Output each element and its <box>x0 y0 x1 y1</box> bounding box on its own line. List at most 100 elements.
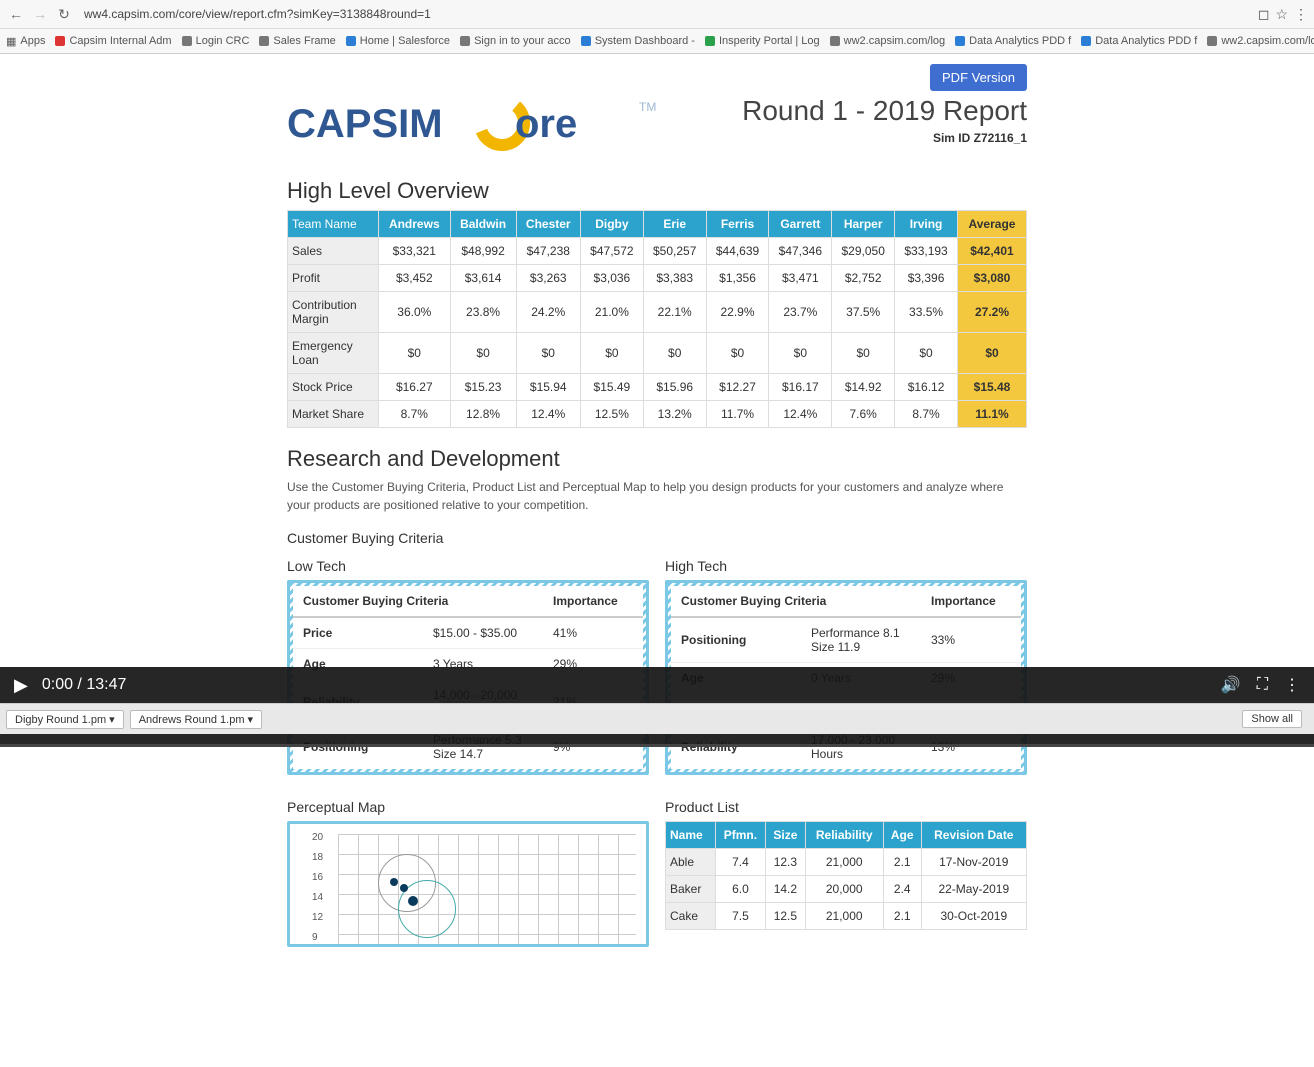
cell: $12.27 <box>706 374 769 401</box>
download-item[interactable]: Digby Round 1.pm ▾ <box>6 710 124 729</box>
table-row: Baker6.014.220,0002.422-May-2019 <box>666 876 1027 903</box>
cell: $0 <box>895 333 958 374</box>
address-bar-row: ← → ↻ ww4.capsim.com/core/view/report.cf… <box>0 0 1314 29</box>
avg-cell: $42,401 <box>958 238 1027 265</box>
show-all-downloads-button[interactable]: Show all <box>1242 710 1302 728</box>
plist-col-header: Size <box>766 822 805 849</box>
download-item[interactable]: Andrews Round 1.pm ▾ <box>130 710 262 729</box>
volume-icon[interactable]: 🔊 <box>1221 675 1241 695</box>
cell: $3,383 <box>643 265 706 292</box>
bookmark-label: Capsim Internal Adm <box>69 35 171 47</box>
play-icon[interactable]: ▶ <box>14 675 28 696</box>
overview-col-header: Ferris <box>706 211 769 238</box>
bookmark-item[interactable]: Capsim Internal Adm <box>55 35 171 47</box>
pdf-version-button[interactable]: PDF Version <box>930 64 1027 91</box>
browser-chrome: ← → ↻ ww4.capsim.com/core/view/report.cf… <box>0 0 1314 54</box>
section-title-overview: High Level Overview <box>287 178 1027 204</box>
bookmark-item[interactable]: Sales Frame <box>259 35 335 47</box>
apps-icon: ▦ <box>6 35 16 48</box>
cell: $3,036 <box>580 265 643 292</box>
bookmark-item[interactable]: Data Analytics PDD f <box>1081 35 1197 47</box>
cell: $33,321 <box>379 238 451 265</box>
url-field[interactable]: ww4.capsim.com/core/view/report.cfm?simK… <box>78 7 1258 21</box>
product-list-table: NamePfmn.SizeReliabilityAgeRevision Date… <box>665 821 1027 930</box>
cell: 12.8% <box>450 401 516 428</box>
overview-col-header: Baldwin <box>450 211 516 238</box>
favicon-icon <box>259 36 269 46</box>
cell: $16.27 <box>379 374 451 401</box>
cell: 33.5% <box>895 292 958 333</box>
table-row: Emergency Loan$0$0$0$0$0$0$0$0$0$0 <box>288 333 1027 374</box>
overview-table: Team NameAndrewsBaldwinChesterDigbyErieF… <box>287 210 1027 428</box>
star-icon[interactable]: ☆ <box>1275 6 1288 23</box>
cell: $0 <box>516 333 580 374</box>
video-menu-icon[interactable]: ⋮ <box>1284 675 1300 695</box>
table-row: Profit$3,452$3,614$3,263$3,036$3,383$1,3… <box>288 265 1027 292</box>
bookmark-item[interactable]: Sign in to your acco <box>460 35 571 47</box>
cell: $33,193 <box>895 238 958 265</box>
pmap-grid <box>338 834 636 944</box>
criteria-header: Customer Buying Criteria <box>293 586 543 617</box>
svg-text:CAPSIM: CAPSIM <box>287 102 443 146</box>
apps-button[interactable]: ▦ Apps <box>6 35 45 48</box>
cell: 13.2% <box>643 401 706 428</box>
svg-text:ore: ore <box>515 102 577 146</box>
cell: 22.1% <box>643 292 706 333</box>
bookmark-item[interactable]: System Dashboard - <box>581 35 695 47</box>
avg-cell: $3,080 <box>958 265 1027 292</box>
plist-heading: Product List <box>665 799 1027 815</box>
bookmark-label: Data Analytics PDD f <box>969 35 1071 47</box>
bookmark-item[interactable]: ww2.capsim.com/log <box>830 35 945 47</box>
favicon-icon <box>705 36 715 46</box>
row-label: Contribution Margin <box>288 292 379 333</box>
round-title: Round 1 - 2019 Report <box>742 95 1027 127</box>
extension-icon[interactable]: ◻ <box>1258 6 1270 23</box>
cell: $50,257 <box>643 238 706 265</box>
favicon-icon <box>955 36 965 46</box>
cell: $15.94 <box>516 374 580 401</box>
bookmark-item[interactable]: Login CRC <box>182 35 250 47</box>
low-tech-heading: Low Tech <box>287 558 649 574</box>
favicon-icon <box>581 36 591 46</box>
bookmark-item[interactable]: Data Analytics PDD f <box>955 35 1071 47</box>
pmap-product-dot <box>408 896 418 906</box>
back-icon[interactable]: ← <box>6 4 26 24</box>
table-row: Cake7.512.521,0002.130-Oct-2019 <box>666 903 1027 930</box>
overview-col-header: Harper <box>832 211 895 238</box>
cell: 23.8% <box>450 292 516 333</box>
cell: 20,000 <box>805 876 883 903</box>
reload-icon[interactable]: ↻ <box>54 4 74 24</box>
fullscreen-icon[interactable]: ⛶ <box>1257 676 1268 694</box>
cell: 11.7% <box>706 401 769 428</box>
criteria-name: Price <box>293 617 423 649</box>
plist-col-header: Reliability <box>805 822 883 849</box>
row-label: Stock Price <box>288 374 379 401</box>
cell: 23.7% <box>769 292 832 333</box>
overview-col-header: Irving <box>895 211 958 238</box>
cell: 8.7% <box>379 401 451 428</box>
bookmark-label: Insperity Portal | Log <box>719 35 820 47</box>
overview-col-header: Average <box>958 211 1027 238</box>
overview-col-header: Digby <box>580 211 643 238</box>
chevron-down-icon: ▾ <box>248 714 254 726</box>
row-label: Market Share <box>288 401 379 428</box>
bookmark-item[interactable]: Insperity Portal | Log <box>705 35 820 47</box>
plist-col-header: Age <box>883 822 921 849</box>
plist-col-header: Revision Date <box>921 822 1026 849</box>
bookmark-label: Login CRC <box>196 35 250 47</box>
avg-cell: 11.1% <box>958 401 1027 428</box>
table-row: Market Share8.7%12.8%12.4%12.5%13.2%11.7… <box>288 401 1027 428</box>
section-title-rnd: Research and Development <box>287 446 1027 472</box>
cbc-heading: Customer Buying Criteria <box>287 530 1027 546</box>
bookmark-label: System Dashboard - <box>595 35 695 47</box>
bookmark-item[interactable]: Home | Salesforce <box>346 35 450 47</box>
avg-cell: 27.2% <box>958 292 1027 333</box>
menu-icon[interactable]: ⋮ <box>1294 6 1308 23</box>
cell: 7.5 <box>715 903 765 930</box>
favicon-icon <box>55 36 65 46</box>
forward-icon[interactable]: → <box>30 4 50 24</box>
bookmark-item[interactable]: ww2.capsim.com/log <box>1207 35 1314 47</box>
criteria-row: Price$15.00 - $35.0041% <box>293 617 643 649</box>
plist-col-header: Name <box>666 822 716 849</box>
pmap-y-ticks: 20181614129 <box>312 828 323 947</box>
